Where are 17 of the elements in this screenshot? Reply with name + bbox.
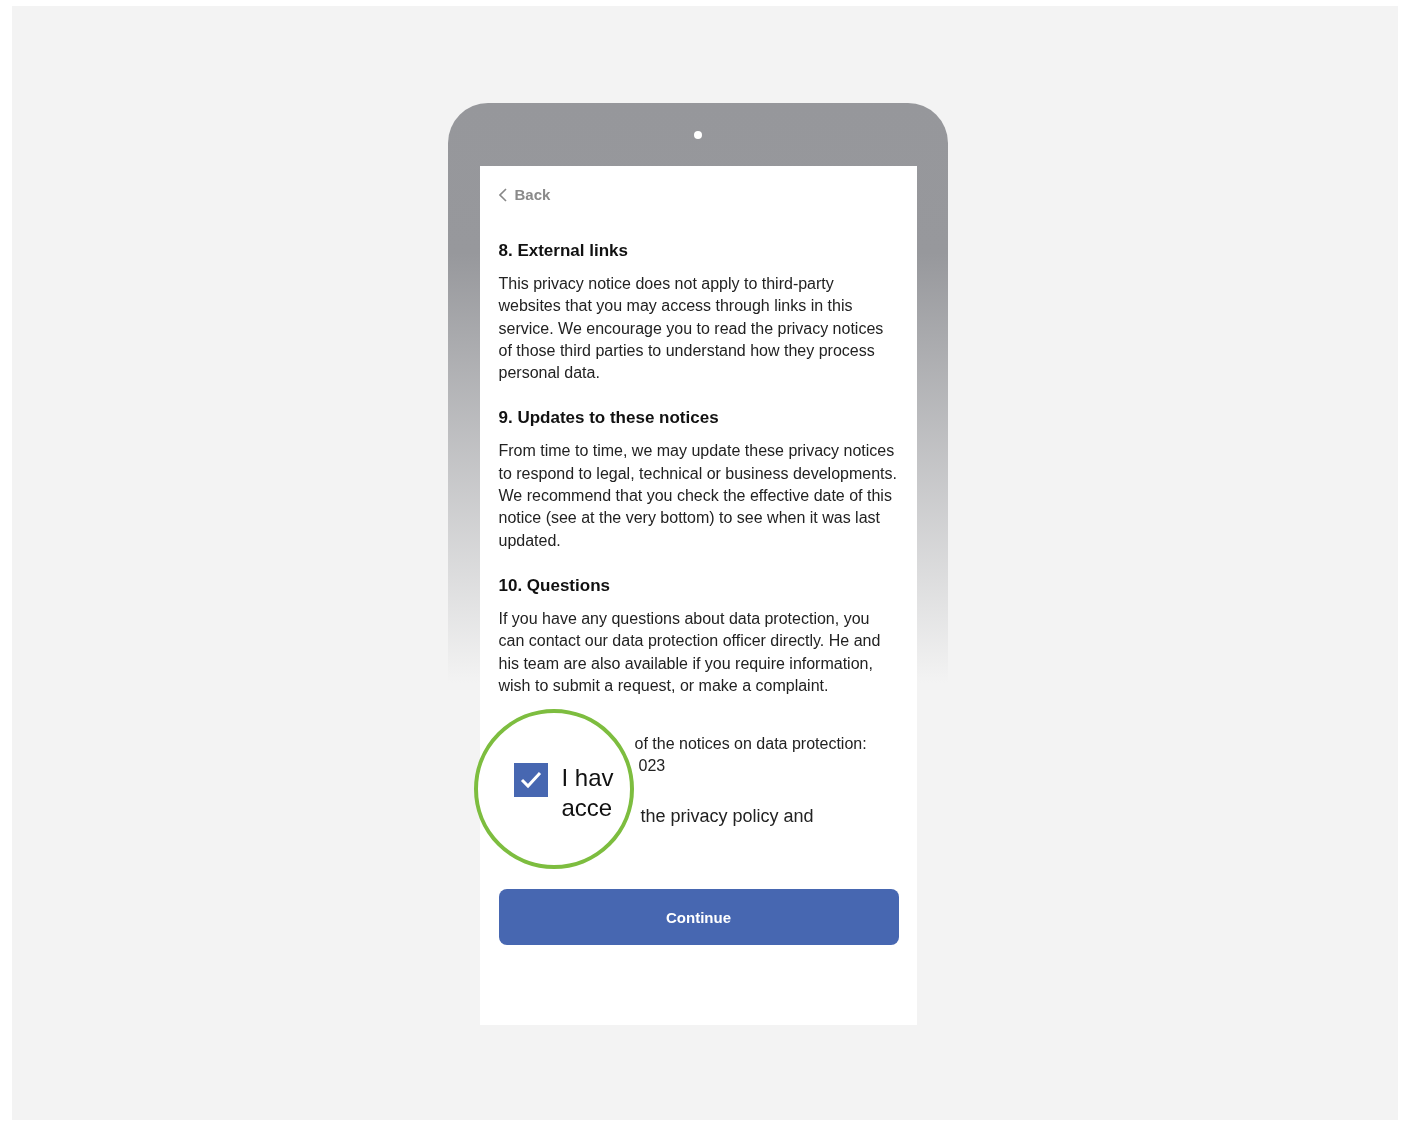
chevron-left-icon	[498, 187, 507, 202]
effective-date-text: 023	[638, 757, 667, 776]
checkmark-icon	[518, 770, 543, 791]
checkbox[interactable]	[513, 763, 548, 798]
section-heading: 9. Updates to these notices	[498, 408, 720, 429]
back-link[interactable]: Back	[498, 186, 551, 203]
camera-dot-icon	[694, 131, 702, 139]
continue-button[interactable]: Continue	[498, 889, 899, 946]
section-heading: 10. Questions	[498, 575, 611, 596]
section-heading: 8. External links	[498, 241, 629, 261]
consent-label-magnified: I hav	[561, 763, 614, 794]
section-paragraph: This privacy notice does not apply to third-party websites that you may access through links in this service. We encourage you to read the privacy notices of those third parties to understand how they process personal data.	[498, 274, 885, 384]
section-paragraph: From time to time, we may update these privacy notices to respond to legal, technical or business developments. We recommend that you check the effective date of this notice (see at the very bottom) to see when it was last updated.	[498, 441, 898, 551]
section-paragraph: If you have any questions about data protection, you can contact our data protection officer directly. He and his team are also available if you require information, wish to submit a request, or make a complaint.	[498, 608, 882, 696]
consent-label: the privacy policy and	[640, 806, 815, 828]
effective-date-text: of the notices on data protection:	[634, 734, 868, 754]
consent-label-magnified: acce	[561, 793, 614, 824]
